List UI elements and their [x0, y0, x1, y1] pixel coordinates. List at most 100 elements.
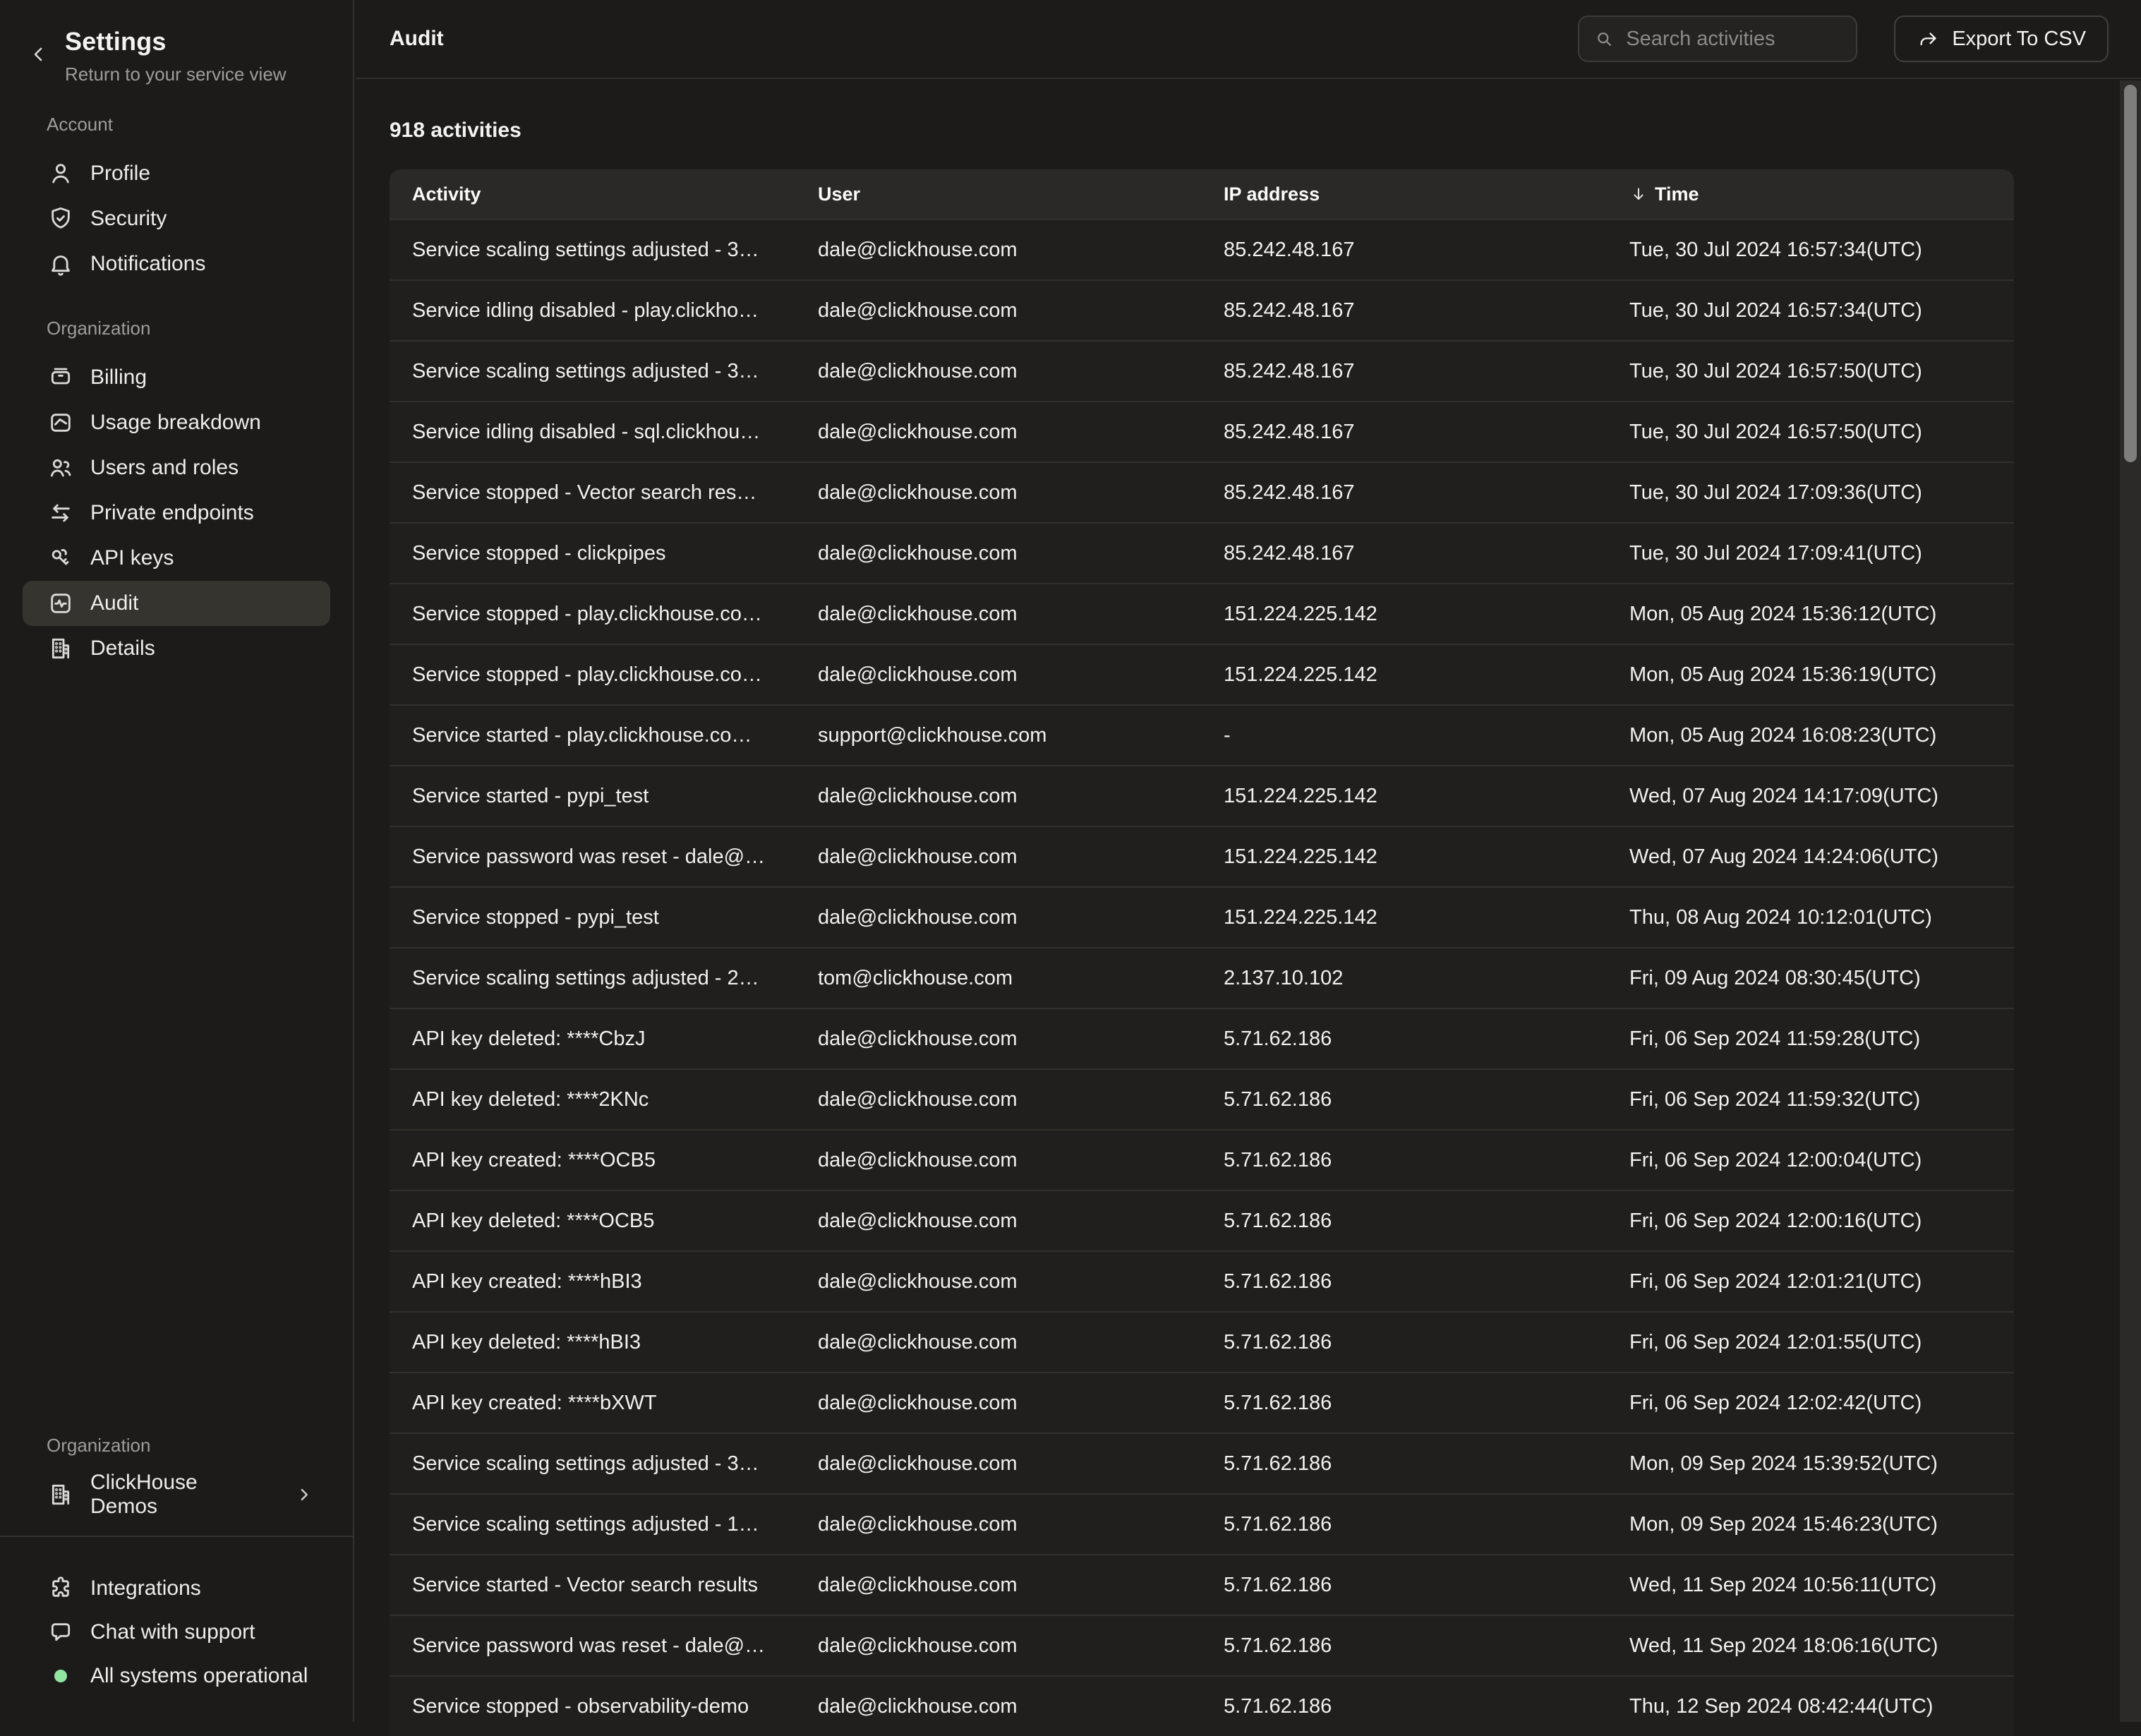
activity-cell: Service started - pypi_test [390, 785, 795, 808]
user-cell: dale@clickhouse.com [795, 421, 1201, 444]
table-row: Service scaling settings adjusted - 3… d… [390, 1433, 2014, 1493]
time-cell: Wed, 11 Sep 2024 18:06:16(UTC) [1607, 1634, 2014, 1658]
table-row: Service password was reset - dale@… dale… [390, 826, 2014, 886]
sidebar-item-users-and-roles[interactable]: Users and roles [23, 445, 330, 490]
time-cell: Fri, 09 Aug 2024 08:30:45(UTC) [1607, 967, 2014, 990]
scrollbar-thumb[interactable] [2124, 85, 2137, 462]
audit-table: Activity User IP address Time Service sc… [390, 169, 2014, 1736]
sidebar-item-details[interactable]: Details [23, 626, 330, 671]
user-cell: dale@clickhouse.com [795, 239, 1201, 262]
ip-cell: 151.224.225.142 [1201, 663, 1607, 687]
search-box [1578, 16, 1857, 62]
sidebar-item-profile[interactable]: Profile [23, 151, 330, 196]
search-input[interactable] [1626, 28, 1842, 51]
time-cell: Tue, 30 Jul 2024 16:57:50(UTC) [1607, 360, 2014, 383]
table-body: Service scaling settings adjusted - 3… d… [390, 219, 2014, 1736]
activity-cell: Service stopped - play.clickhouse.co… [390, 603, 795, 626]
time-cell: Fri, 06 Sep 2024 12:00:16(UTC) [1607, 1210, 2014, 1233]
time-cell: Mon, 05 Aug 2024 15:36:12(UTC) [1607, 603, 2014, 626]
sidebar-item-label: Users and roles [90, 456, 239, 480]
sort-arrow-down-icon [1629, 185, 1648, 203]
sidebar-item-notifications[interactable]: Notifications [23, 241, 330, 287]
settings-sidebar: Settings Return to your service view Acc… [0, 0, 354, 1722]
activity-cell: Service scaling settings adjusted - 1… [390, 1513, 795, 1536]
billing-card-icon [47, 363, 75, 392]
table-row: Service started - pypi_test dale@clickho… [390, 765, 2014, 826]
user-cell: dale@clickhouse.com [795, 1513, 1201, 1536]
sidebar-item-private-endpoints[interactable]: Private endpoints [23, 490, 330, 536]
sidebar-item-label: Audit [90, 591, 138, 615]
ip-cell: 151.224.225.142 [1201, 603, 1607, 626]
swap-arrows-icon [47, 499, 75, 527]
user-cell: dale@clickhouse.com [795, 1392, 1201, 1415]
time-cell: Tue, 30 Jul 2024 16:57:50(UTC) [1607, 421, 2014, 444]
ip-cell: 85.242.48.167 [1201, 542, 1607, 565]
user-cell: dale@clickhouse.com [795, 845, 1201, 869]
table-row: Service scaling settings adjusted - 2… t… [390, 947, 2014, 1008]
activity-cell: Service stopped - play.clickhouse.co… [390, 663, 795, 687]
ip-cell: 5.71.62.186 [1201, 1452, 1607, 1476]
sidebar-item-billing[interactable]: Billing [23, 355, 330, 400]
table-row: API key deleted: ****CbzJ dale@clickhous… [390, 1008, 2014, 1068]
status-dot-icon [47, 1662, 75, 1690]
column-header-time[interactable]: Time [1607, 183, 2014, 205]
activity-cell: API key created: ****hBI3 [390, 1270, 795, 1294]
user-cell: dale@clickhouse.com [795, 1574, 1201, 1597]
table-row: Service password was reset - dale@… dale… [390, 1615, 2014, 1675]
activity-square-icon [47, 589, 75, 617]
building-icon [47, 1481, 75, 1509]
export-csv-label: Export To CSV [1952, 28, 2086, 51]
building-icon [47, 634, 75, 663]
time-cell: Fri, 06 Sep 2024 12:02:42(UTC) [1607, 1392, 2014, 1415]
puzzle-icon [47, 1574, 75, 1603]
chevron-left-icon [28, 44, 54, 65]
sidebar-item-api-keys[interactable]: API keys [23, 536, 330, 581]
chat-with-support-link[interactable]: Chat with support [23, 1610, 330, 1654]
ip-cell: 151.224.225.142 [1201, 906, 1607, 929]
organization-switcher[interactable]: ClickHouse Demos [23, 1472, 330, 1517]
time-cell: Wed, 07 Aug 2024 14:24:06(UTC) [1607, 845, 2014, 869]
export-arrow-icon [1917, 28, 1939, 50]
table-row: Service idling disabled - play.clickho… … [390, 279, 2014, 340]
ip-cell: - [1201, 724, 1607, 747]
ip-cell: 2.137.10.102 [1201, 967, 1607, 990]
activity-cell: Service scaling settings adjusted - 3… [390, 1452, 795, 1476]
user-cell: dale@clickhouse.com [795, 1695, 1201, 1718]
sidebar-item-label: Usage breakdown [90, 411, 261, 435]
ip-cell: 5.71.62.186 [1201, 1149, 1607, 1172]
activity-cell: Service password was reset - dale@… [390, 1634, 795, 1658]
organization-name: ClickHouse Demos [90, 1471, 263, 1519]
activity-cell: Service stopped - observability-demo [390, 1695, 795, 1718]
table-row: Service scaling settings adjusted - 1… d… [390, 1493, 2014, 1554]
system-status[interactable]: All systems operational [23, 1654, 330, 1698]
integrations-link[interactable]: Integrations [23, 1567, 330, 1610]
table-row: Service stopped - Vector search res… dal… [390, 462, 2014, 522]
activity-cell: API key deleted: ****2KNc [390, 1088, 795, 1111]
user-cell: dale@clickhouse.com [795, 603, 1201, 626]
ip-cell: 5.71.62.186 [1201, 1088, 1607, 1111]
activities-count: 918 activities [390, 117, 2141, 144]
sidebar-item-security[interactable]: Security [23, 196, 330, 241]
table-row: API key created: ****hBI3 dale@clickhous… [390, 1250, 2014, 1311]
status-text: All systems operational [90, 1664, 308, 1688]
audit-main: Audit Export To CSV 918 activities Activ… [356, 0, 2141, 1722]
usage-chart-icon [47, 409, 75, 437]
time-cell: Fri, 06 Sep 2024 12:01:55(UTC) [1607, 1331, 2014, 1354]
ip-cell: 5.71.62.186 [1201, 1331, 1607, 1354]
ip-cell: 85.242.48.167 [1201, 481, 1607, 505]
ip-cell: 85.242.48.167 [1201, 360, 1607, 383]
column-header-activity: Activity [390, 183, 795, 205]
sidebar-item-audit[interactable]: Audit [23, 581, 330, 626]
ip-cell: 5.71.62.186 [1201, 1270, 1607, 1294]
sidebar-item-label: Notifications [90, 252, 205, 276]
time-cell: Mon, 05 Aug 2024 15:36:19(UTC) [1607, 663, 2014, 687]
back-button[interactable] [28, 27, 54, 85]
table-row: Service stopped - observability-demo dal… [390, 1675, 2014, 1736]
time-cell: Mon, 05 Aug 2024 16:08:23(UTC) [1607, 724, 2014, 747]
vertical-scrollbar[interactable] [2120, 80, 2141, 1722]
export-csv-button[interactable]: Export To CSV [1894, 16, 2109, 62]
page-title: Audit [390, 27, 444, 51]
sidebar-item-usage-breakdown[interactable]: Usage breakdown [23, 400, 330, 445]
activity-cell: Service stopped - pypi_test [390, 906, 795, 929]
table-row: Service scaling settings adjusted - 3… d… [390, 219, 2014, 279]
